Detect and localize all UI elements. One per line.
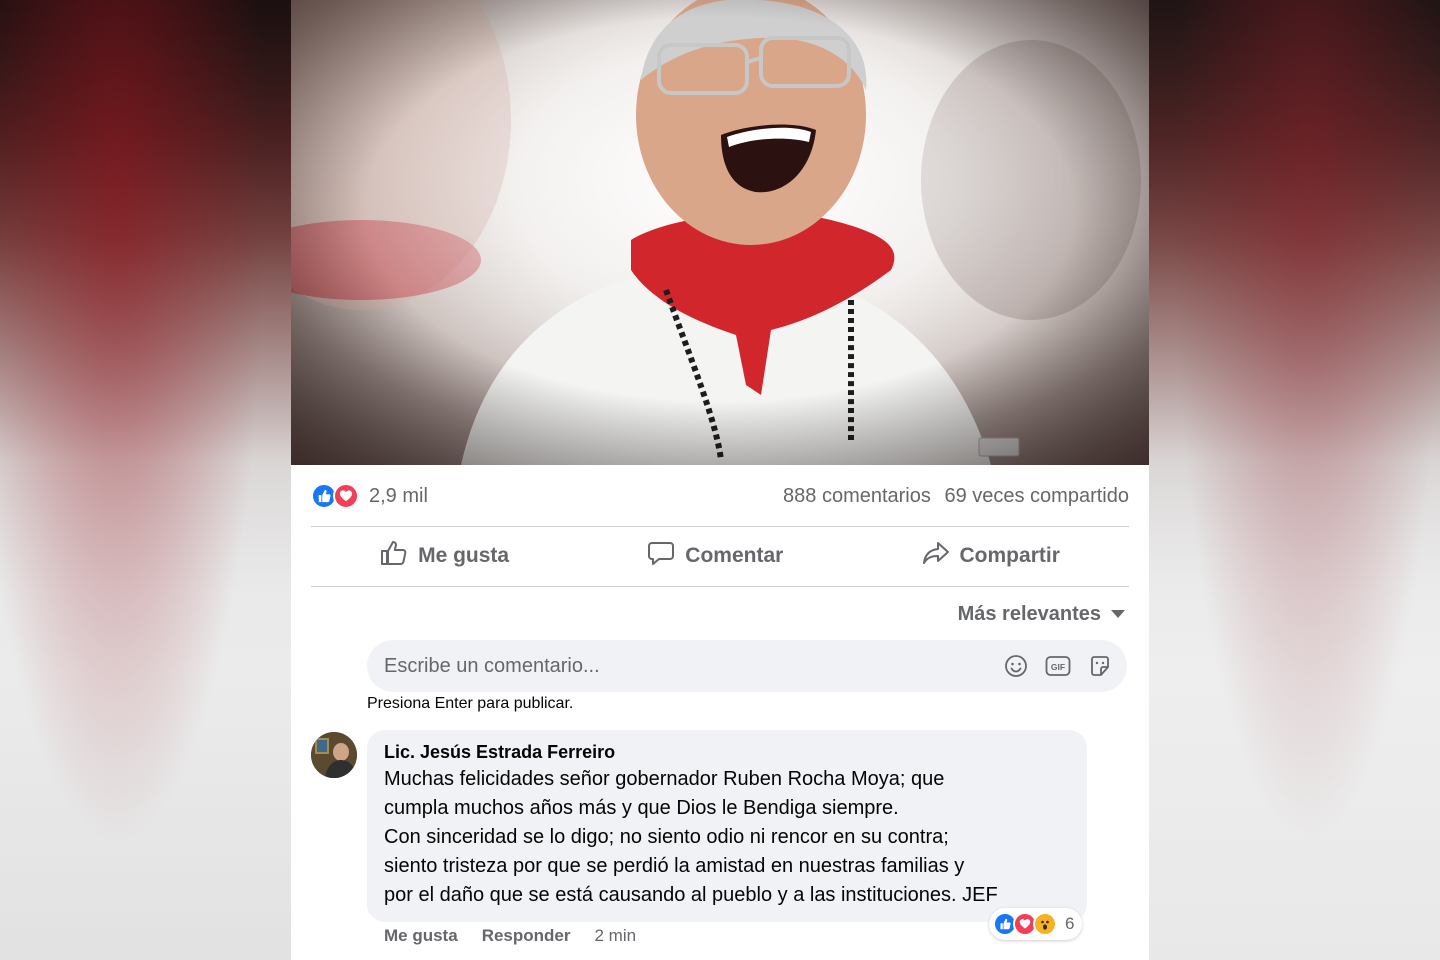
like-button[interactable]: Me gusta (380, 540, 509, 572)
composer-hint: Presiona Enter para publicar. (367, 695, 574, 712)
share-button-label: Compartir (959, 544, 1060, 567)
facebook-post-card: 2,9 mil 888 comentarios 69 veces compart… (291, 0, 1149, 960)
comment-like-link[interactable]: Me gusta (384, 926, 458, 946)
sort-label: Más relevantes (957, 602, 1101, 625)
sticker-icon[interactable] (1087, 653, 1113, 679)
comment-line: Con sinceridad se lo digo; no siento odi… (384, 826, 949, 848)
comment-text: Muchas felicidades señor gobernador Rube… (384, 765, 1071, 910)
post-stats: 2,9 mil 888 comentarios 69 veces compart… (311, 472, 1129, 520)
comment-timestamp[interactable]: 2 min (594, 926, 636, 946)
comments-count[interactable]: 888 comentarios (783, 485, 931, 507)
comment-button[interactable]: Comentar (647, 540, 783, 572)
blurred-backdrop-right (1148, 0, 1440, 960)
reaction-count[interactable]: 2,9 mil (369, 485, 428, 508)
post-photo[interactable] (291, 0, 1149, 465)
composer-icons: GIF (1003, 653, 1127, 679)
divider-bottom (311, 586, 1129, 587)
share-button[interactable]: Compartir (922, 540, 1060, 572)
emoji-icon[interactable] (1003, 653, 1029, 679)
photo-illustration (291, 0, 1149, 465)
comment-input[interactable] (367, 653, 1003, 679)
like-button-label: Me gusta (418, 544, 510, 567)
post-actions: Me gusta Comentar Compartir (311, 528, 1129, 584)
comment-reaction-count: 6 (1065, 914, 1075, 933)
caret-down-icon (1111, 610, 1125, 618)
comment-button-label: Comentar (685, 544, 784, 567)
gif-icon[interactable]: GIF (1045, 653, 1071, 679)
comment-author[interactable]: Lic. Jesús Estrada Ferreiro (384, 742, 1071, 763)
comment-line: cumpla muchos años más y que Dios le Ben… (384, 797, 899, 819)
comment-reply-link[interactable]: Responder (482, 926, 571, 946)
comment-composer: GIF (367, 640, 1127, 692)
comment-line: Muchas felicidades señor gobernador Rube… (384, 768, 945, 790)
comment-actions: Me gusta Responder 2 min (384, 926, 636, 946)
svg-text:GIF: GIF (1051, 662, 1065, 672)
blurred-backdrop-left (0, 0, 292, 960)
comment-line: siento tristeza por que se perdió la ami… (384, 855, 965, 877)
comment-line: por el daño que se está causando al pueb… (384, 884, 998, 906)
comment-sort-dropdown[interactable]: Más relevantes (958, 600, 1125, 628)
wow-icon (1033, 912, 1057, 936)
share-arrow-icon (922, 540, 950, 572)
shares-count[interactable]: 69 veces compartido (944, 485, 1129, 507)
speech-bubble-icon (647, 540, 675, 572)
avatar[interactable] (311, 732, 357, 778)
comment-reaction-summary[interactable]: 6 (989, 908, 1083, 940)
engagement-counts: 888 comentarios 69 veces compartido (775, 485, 1129, 508)
reaction-summary[interactable]: 2,9 mil (311, 483, 428, 509)
divider-top (311, 526, 1129, 527)
love-icon (333, 483, 359, 509)
thumbs-up-icon (380, 540, 408, 572)
comment-bubble: Lic. Jesús Estrada Ferreiro Muchas felic… (367, 730, 1087, 922)
